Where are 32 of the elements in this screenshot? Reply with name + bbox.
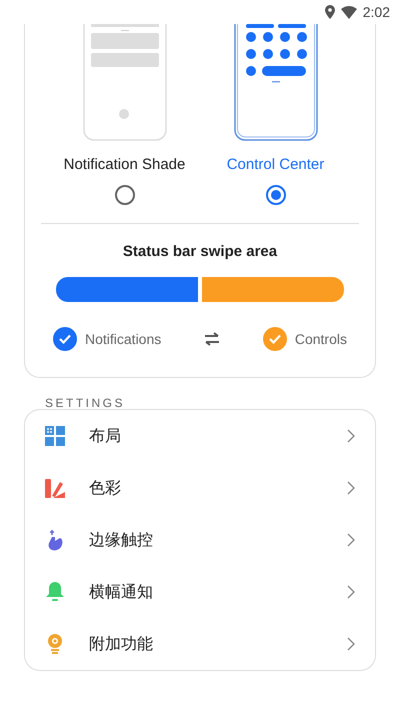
settings-item[interactable]: 边缘触控 — [25, 514, 375, 566]
settings-item[interactable]: 横幅通知 — [25, 566, 375, 618]
wifi-icon — [340, 6, 357, 18]
radio-button[interactable] — [266, 185, 286, 205]
grid-icon — [45, 426, 65, 446]
settings-item[interactable]: 布局 — [25, 410, 375, 462]
radio-button[interactable] — [114, 185, 134, 205]
section-title: Status bar swipe area — [122, 243, 278, 260]
chevron-icon — [347, 481, 355, 495]
checkbox-label: Controls — [294, 331, 347, 347]
bell-icon — [46, 582, 64, 602]
settings-item[interactable]: 色彩 — [25, 462, 375, 514]
settings-item[interactable]: 附加功能 — [25, 618, 375, 670]
checkbox[interactable] — [262, 327, 287, 351]
mode-label: Notification Shade — [64, 156, 186, 173]
lightbulb-icon — [47, 634, 63, 654]
clock-time: 2:02 — [362, 4, 390, 20]
checkmark-icon — [59, 334, 71, 344]
swap-icon[interactable] — [203, 332, 222, 346]
checkbox[interactable] — [53, 327, 77, 351]
checkbox-label: Notifications — [85, 331, 162, 347]
chevron-icon — [347, 585, 355, 599]
mode-label: Control Center — [226, 156, 324, 173]
section-header: SETTINGS — [44, 395, 126, 409]
palette-icon — [45, 478, 65, 498]
swipe-area-bar[interactable] — [56, 277, 344, 302]
location-icon — [324, 5, 335, 19]
chevron-icon — [347, 533, 355, 547]
hand-icon — [46, 529, 64, 551]
checkmark-icon — [268, 334, 281, 344]
chevron-icon — [347, 637, 355, 651]
chevron-icon — [347, 429, 355, 443]
